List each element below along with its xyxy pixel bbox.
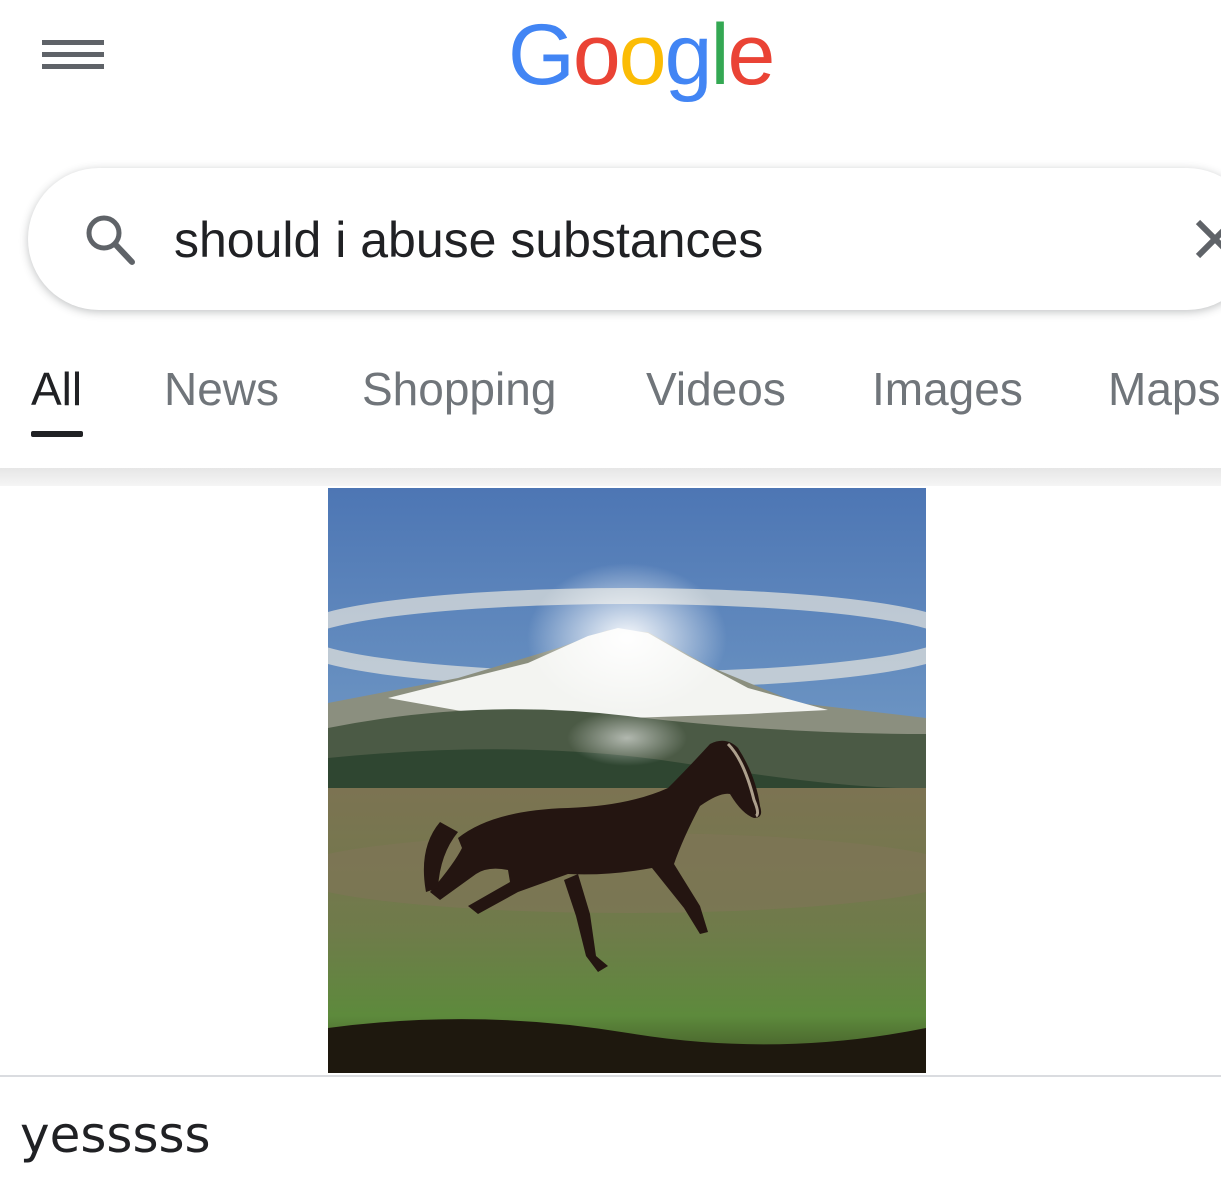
menu-bar (42, 52, 104, 57)
tab-maps[interactable]: Maps (1108, 362, 1220, 416)
tab-images[interactable]: Images (872, 362, 1023, 416)
close-icon[interactable] (1192, 214, 1221, 266)
hamburger-menu-icon[interactable] (38, 28, 108, 82)
tab-all[interactable]: All (31, 362, 82, 416)
logo-letter: l (710, 7, 729, 103)
search-input[interactable] (174, 208, 1074, 272)
tabs-divider (0, 468, 1221, 486)
tab-videos[interactable]: Videos (646, 362, 786, 416)
logo-letter: o (572, 7, 621, 103)
tab-news[interactable]: News (164, 362, 279, 416)
horse-mountain-image (328, 488, 926, 1073)
logo-letter: o (618, 7, 667, 103)
google-logo[interactable]: Google (508, 5, 776, 105)
menu-bar (42, 64, 104, 69)
menu-bar (42, 40, 104, 45)
result-caption: yesssss (20, 1106, 211, 1164)
search-tabs: All News Shopping Videos Images Maps (0, 346, 1221, 456)
logo-letter: G (508, 7, 575, 103)
logo-letter: g (664, 7, 713, 103)
active-tab-indicator (31, 431, 83, 437)
tab-shopping[interactable]: Shopping (362, 362, 556, 416)
search-icon[interactable] (80, 210, 138, 268)
caption-divider (0, 1075, 1221, 1077)
result-image[interactable] (328, 488, 926, 1073)
logo-letter: e (727, 7, 776, 103)
